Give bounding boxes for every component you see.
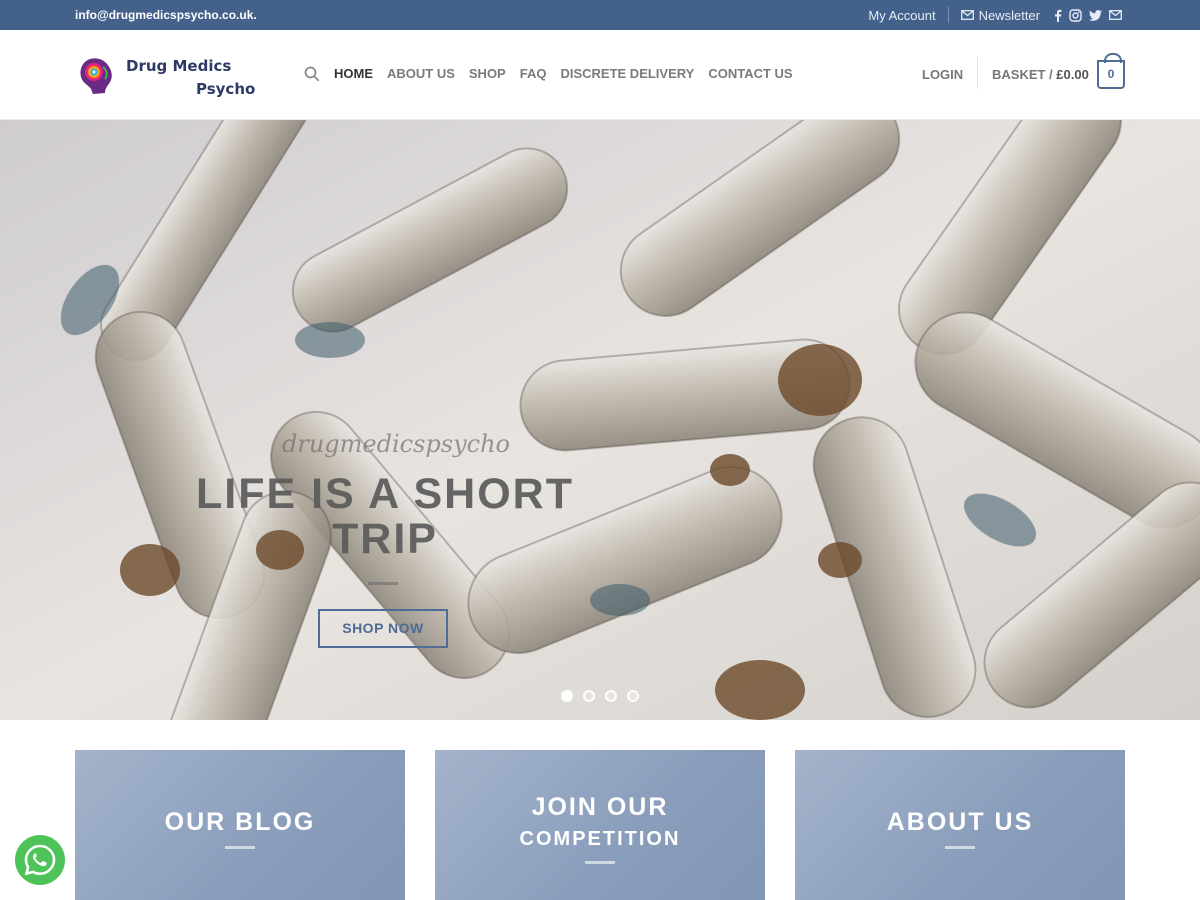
twitter-icon[interactable] bbox=[1089, 9, 1102, 21]
slider-dots bbox=[561, 690, 639, 702]
nav-item-home[interactable]: HOME bbox=[334, 66, 373, 81]
hero-headline: LIFE IS A SHORT TRIP bbox=[196, 470, 574, 563]
newsletter-label: Newsletter bbox=[978, 7, 1040, 23]
social-links bbox=[1054, 8, 1122, 22]
header-divider bbox=[977, 57, 978, 89]
basket-label: BASKET / bbox=[992, 67, 1057, 82]
logo-text-line1: Drug Medics bbox=[126, 57, 232, 75]
promo-card-subtitle: COMPETITION bbox=[519, 828, 681, 850]
promo-cards: OUR BLOG JOIN OUR COMPETITION ABOUT US bbox=[75, 750, 1125, 900]
newsletter-link[interactable]: Newsletter bbox=[960, 7, 1040, 23]
promo-card-title: ABOUT US bbox=[886, 808, 1034, 836]
slider-dot-4[interactable] bbox=[627, 690, 639, 702]
top-bar: info@drugmedicspsycho.co.uk. My Account … bbox=[0, 0, 1200, 30]
hero-script-text: drugmedicspsycho bbox=[282, 430, 510, 458]
slider-dot-3[interactable] bbox=[605, 690, 617, 702]
slider-dot-2[interactable] bbox=[583, 690, 595, 702]
basket-amount: £0.00 bbox=[1056, 67, 1089, 82]
nav-item-contact-us[interactable]: CONTACT US bbox=[708, 66, 792, 81]
mail-icon[interactable] bbox=[1109, 10, 1122, 20]
nav-item-shop[interactable]: SHOP bbox=[469, 66, 506, 81]
my-account-link[interactable]: My Account bbox=[868, 8, 935, 23]
top-bar-divider bbox=[947, 7, 949, 23]
nav-item-discrete-delivery[interactable]: DISCRETE DELIVERY bbox=[560, 66, 694, 81]
whatsapp-chat-button[interactable] bbox=[15, 835, 65, 885]
login-link[interactable]: LOGIN bbox=[922, 67, 963, 82]
top-bar-links: My Account Newsletter bbox=[868, 0, 1122, 30]
promo-card-divider bbox=[225, 846, 255, 849]
shop-now-button[interactable]: SHOP NOW bbox=[318, 609, 448, 648]
slider-dot-1[interactable] bbox=[561, 690, 573, 702]
search-icon[interactable] bbox=[304, 66, 320, 82]
site-header: Drug Medics Psycho HOME ABOUT US SHOP FA… bbox=[0, 30, 1200, 120]
main-nav: HOME ABOUT US SHOP FAQ DISCRETE DELIVERY… bbox=[334, 66, 793, 81]
head-spiral-logo-icon bbox=[80, 58, 112, 94]
basket-link[interactable]: BASKET / £0.00 bbox=[992, 67, 1089, 82]
facebook-icon[interactable] bbox=[1054, 9, 1062, 22]
contact-email-link[interactable]: info@drugmedicspsycho.co.uk. bbox=[75, 8, 257, 22]
promo-card-blog[interactable]: OUR BLOG bbox=[75, 750, 405, 900]
logo-text-line2: Psycho bbox=[196, 80, 256, 98]
promo-card-title: OUR BLOG bbox=[164, 808, 316, 836]
promo-card-title: JOIN OUR bbox=[531, 793, 669, 821]
hero-slider: drugmedicspsycho LIFE IS A SHORT TRIP SH… bbox=[0, 120, 1200, 720]
instagram-icon[interactable] bbox=[1069, 8, 1082, 22]
cart-count-badge[interactable]: 0 bbox=[1097, 53, 1125, 89]
hero-divider bbox=[368, 582, 398, 585]
capsules-background-image bbox=[0, 120, 1200, 720]
envelope-icon bbox=[960, 10, 974, 20]
promo-card-about-us[interactable]: ABOUT US bbox=[795, 750, 1125, 900]
promo-card-divider bbox=[945, 846, 975, 849]
nav-item-about-us[interactable]: ABOUT US bbox=[387, 66, 455, 81]
site-logo[interactable]: Drug Medics Psycho bbox=[75, 53, 265, 98]
nav-item-faq[interactable]: FAQ bbox=[520, 66, 547, 81]
promo-card-competition[interactable]: JOIN OUR COMPETITION bbox=[435, 750, 765, 900]
whatsapp-icon bbox=[24, 844, 56, 876]
promo-card-divider bbox=[585, 861, 615, 864]
